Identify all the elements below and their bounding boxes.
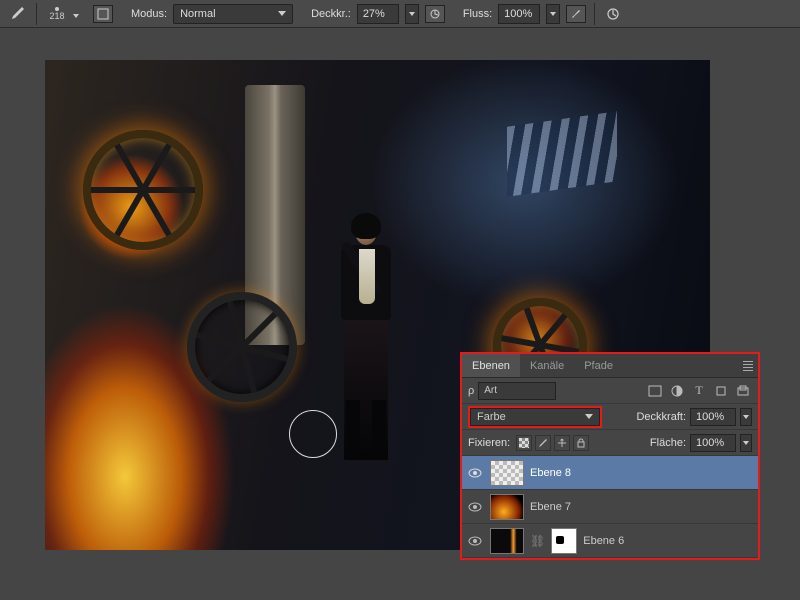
visibility-eye-icon[interactable] xyxy=(466,464,484,482)
lock-all-icon[interactable] xyxy=(573,435,589,451)
opacity-pressure-toggle[interactable] xyxy=(425,5,445,23)
layer-opacity-input[interactable]: 100% xyxy=(690,408,736,426)
fill-label: Fläche: xyxy=(650,437,686,449)
layer-mask-thumbnail[interactable] xyxy=(551,528,577,554)
layers-panel-highlight: Ebenen Kanäle Pfade ρ Art T Farbe xyxy=(460,352,760,560)
brush-tool-icon[interactable] xyxy=(6,3,28,25)
brush-size-value: 218 xyxy=(49,11,64,21)
layer-row[interactable]: Ebene 7 xyxy=(462,490,758,524)
layer-opacity-label: Deckkraft: xyxy=(636,411,686,423)
filter-pixel-icon[interactable] xyxy=(646,383,664,399)
layers-panel: Ebenen Kanäle Pfade ρ Art T Farbe xyxy=(462,354,758,558)
layer-name[interactable]: Ebene 8 xyxy=(530,467,571,479)
airbrush-toggle[interactable] xyxy=(566,5,586,23)
opacity-input[interactable]: 27% xyxy=(357,4,399,24)
layer-filter-row: ρ Art T xyxy=(462,378,758,404)
tab-channels[interactable]: Kanäle xyxy=(520,354,574,377)
blend-mode-select[interactable]: Normal xyxy=(173,4,293,24)
filter-adjustment-icon[interactable] xyxy=(668,383,686,399)
blend-mode-highlight: Farbe xyxy=(468,406,602,428)
brush-options-bar: 218 Modus: Normal Deckkr.: 27% Fluss: 10… xyxy=(0,0,800,28)
filter-type-select[interactable]: Art xyxy=(478,382,556,400)
window-light xyxy=(507,111,617,196)
layer-opacity-caret[interactable] xyxy=(740,408,752,426)
divider xyxy=(36,3,37,25)
filter-smart-icon[interactable] xyxy=(734,383,752,399)
layer-name[interactable]: Ebene 6 xyxy=(583,535,624,547)
opacity-label: Deckkr.: xyxy=(311,8,351,20)
lock-transparency-icon[interactable] xyxy=(516,435,532,451)
brush-panel-toggle[interactable] xyxy=(93,5,113,23)
flow-label: Fluss: xyxy=(463,8,492,20)
opacity-caret[interactable] xyxy=(405,4,419,24)
wheel-fire-left xyxy=(83,130,203,250)
layer-row[interactable]: Ebene 8 xyxy=(462,456,758,490)
tablet-pressure-size-toggle[interactable] xyxy=(603,5,623,23)
fill-input[interactable]: 100% xyxy=(690,434,736,452)
mask-link-icon[interactable]: ⛓ xyxy=(530,534,545,548)
blend-opacity-row: Farbe Deckkraft: 100% xyxy=(462,404,758,430)
visibility-eye-icon[interactable] xyxy=(466,532,484,550)
tab-paths[interactable]: Pfade xyxy=(574,354,623,377)
layer-name[interactable]: Ebene 7 xyxy=(530,501,571,513)
tab-layers[interactable]: Ebenen xyxy=(462,354,520,377)
brush-cursor xyxy=(289,410,337,458)
visibility-eye-icon[interactable] xyxy=(466,498,484,516)
filter-type-text-icon[interactable]: T xyxy=(690,383,708,399)
panel-menu-icon[interactable] xyxy=(738,355,758,377)
layer-thumbnail[interactable] xyxy=(490,494,524,520)
filter-prefix: ρ xyxy=(468,385,474,397)
brush-preset-picker[interactable]: 218 xyxy=(45,4,69,24)
layer-thumbnail[interactable] xyxy=(490,528,524,554)
layer-list: Ebene 8 Ebene 7 ⛓ Ebene 6 xyxy=(462,456,758,558)
lock-pixels-icon[interactable] xyxy=(535,435,551,451)
filter-shape-icon[interactable] xyxy=(712,383,730,399)
chevron-down-icon xyxy=(585,414,593,419)
layer-row[interactable]: ⛓ Ebene 6 xyxy=(462,524,758,558)
divider xyxy=(594,3,595,25)
flow-caret[interactable] xyxy=(546,4,560,24)
person-figure xyxy=(331,217,401,477)
lock-label: Fixieren: xyxy=(468,437,510,449)
chevron-down-icon xyxy=(278,11,286,16)
layer-thumbnail[interactable] xyxy=(490,460,524,486)
panel-tabs: Ebenen Kanäle Pfade xyxy=(462,354,758,378)
layer-blend-mode-select[interactable]: Farbe xyxy=(470,408,600,426)
blend-mode-label: Modus: xyxy=(131,8,167,20)
lock-fill-row: Fixieren: Fläche: 100% xyxy=(462,430,758,456)
valve-wheel xyxy=(187,292,297,402)
lock-position-icon[interactable] xyxy=(554,435,570,451)
flow-input[interactable]: 100% xyxy=(498,4,540,24)
fill-caret[interactable] xyxy=(740,434,752,452)
